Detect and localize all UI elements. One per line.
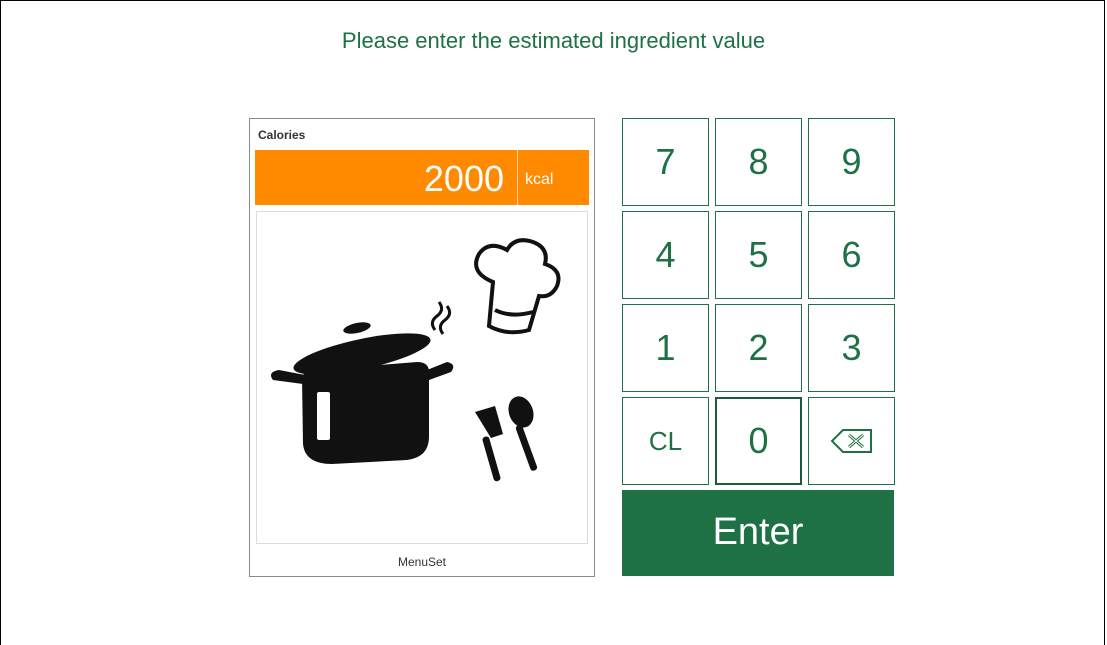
ingredient-card: Calories 2000 kcal MenuSet (249, 118, 595, 577)
key-2[interactable]: 2 (715, 304, 802, 392)
chef-hat-icon (474, 238, 561, 335)
cooking-illustration (256, 211, 588, 544)
key-3[interactable]: 3 (808, 304, 895, 392)
backspace-icon (830, 429, 872, 453)
value-divider (517, 150, 518, 205)
backspace-button[interactable] (808, 397, 895, 485)
key-5[interactable]: 5 (715, 211, 802, 299)
key-7[interactable]: 7 (622, 118, 709, 206)
card-caption: MenuSet (397, 555, 447, 569)
enter-button[interactable]: Enter (622, 490, 894, 576)
value-display: 2000 kcal (255, 150, 589, 205)
page-title: Please enter the estimated ingredient va… (341, 28, 766, 53)
key-1[interactable]: 1 (622, 304, 709, 392)
clear-button[interactable]: CL (622, 397, 709, 485)
key-8[interactable]: 8 (715, 118, 802, 206)
ingredient-label: Calories (258, 128, 306, 142)
value-unit: kcal (525, 171, 554, 188)
cooking-pot-icon (271, 301, 454, 464)
key-0[interactable]: 0 (715, 397, 802, 485)
key-6[interactable]: 6 (808, 211, 895, 299)
key-4[interactable]: 4 (622, 211, 709, 299)
key-9[interactable]: 9 (808, 118, 895, 206)
value-number: 2000 (423, 158, 504, 199)
utensils-icon (475, 396, 538, 482)
